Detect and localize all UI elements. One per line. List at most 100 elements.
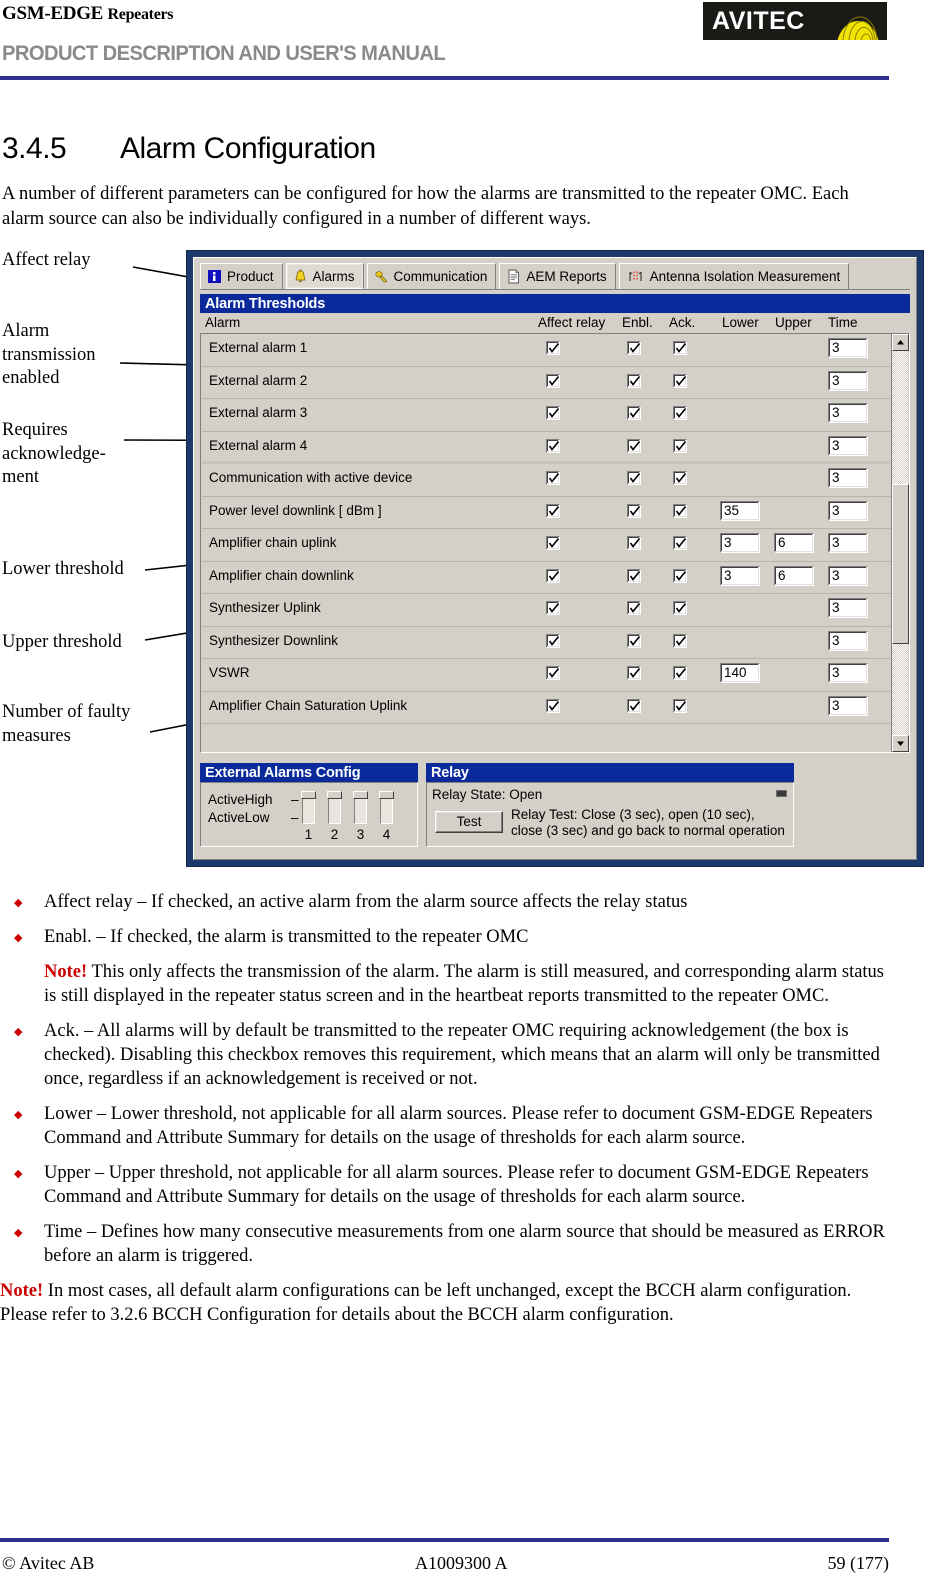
checkbox-enbl[interactable] bbox=[627, 536, 641, 550]
checkbox-ack[interactable] bbox=[673, 601, 687, 615]
checkbox-ack[interactable] bbox=[673, 503, 687, 518]
alarm-threshold-grid[interactable]: External alarm 1 3 External alarm 2 3 Extern… bbox=[200, 333, 910, 753]
checkbox-affect-relay[interactable] bbox=[546, 601, 560, 615]
checkbox-affect-relay[interactable] bbox=[546, 341, 560, 355]
checkbox-affect-relay[interactable] bbox=[546, 536, 560, 550]
check-mark-icon bbox=[548, 407, 560, 418]
scroll-thumb[interactable] bbox=[892, 484, 909, 644]
checkbox-enbl[interactable] bbox=[627, 438, 641, 453]
checkbox-affect-relay[interactable] bbox=[546, 633, 560, 648]
scroll-up-button[interactable] bbox=[892, 334, 909, 351]
checkbox-affect-relay[interactable] bbox=[546, 503, 560, 518]
checkbox-affect-relay[interactable] bbox=[546, 698, 560, 713]
chevron-down-icon bbox=[897, 741, 904, 746]
checkbox-affect-relay[interactable] bbox=[546, 406, 560, 420]
lower-threshold-input[interactable]: 140 bbox=[720, 663, 760, 683]
checkbox-enbl[interactable] bbox=[627, 666, 641, 680]
table-row[interactable]: External alarm 3 3 bbox=[202, 399, 891, 432]
alarm-name: Amplifier chain uplink bbox=[209, 535, 337, 550]
checkbox-enbl[interactable] bbox=[627, 633, 641, 648]
time-input[interactable]: 3 bbox=[828, 598, 868, 618]
time-input[interactable]: 3 bbox=[828, 695, 868, 716]
checkbox-enbl[interactable] bbox=[627, 471, 641, 485]
switch-handle[interactable] bbox=[379, 791, 394, 799]
section-number: 3.4.5 bbox=[2, 132, 67, 165]
checkbox-enbl[interactable] bbox=[627, 601, 641, 615]
table-row[interactable]: VSWR 140 3 bbox=[202, 659, 891, 692]
time-input[interactable]: 3 bbox=[828, 370, 868, 391]
checkbox-enbl[interactable] bbox=[627, 503, 641, 518]
scroll-down-button[interactable] bbox=[892, 735, 909, 752]
checkbox-ack[interactable] bbox=[673, 406, 687, 420]
time-input[interactable]: 3 bbox=[828, 500, 868, 521]
tab-antenna-isolation-measurement[interactable]: Antenna Isolation Measurement bbox=[618, 263, 850, 289]
table-row[interactable]: Synthesizer Uplink 3 bbox=[202, 594, 891, 627]
check-mark-icon bbox=[675, 635, 687, 646]
checkbox-ack[interactable] bbox=[673, 568, 687, 583]
check-mark-icon bbox=[548, 667, 560, 678]
checkbox-affect-relay[interactable] bbox=[546, 471, 560, 485]
time-input[interactable]: 3 bbox=[828, 468, 868, 488]
checkbox-ack[interactable] bbox=[673, 438, 687, 453]
time-input[interactable]: 3 bbox=[828, 435, 868, 456]
table-row[interactable]: Amplifier chain downlink 3 6 3 bbox=[202, 561, 891, 594]
external-alarm-switch-3[interactable] bbox=[353, 791, 368, 824]
alarm-thresholds-title: Alarm Thresholds bbox=[205, 295, 326, 312]
table-row[interactable]: External alarm 2 3 bbox=[202, 366, 891, 399]
switch-handle[interactable] bbox=[353, 791, 368, 799]
checkbox-affect-relay[interactable] bbox=[546, 666, 560, 680]
time-input[interactable]: 3 bbox=[828, 533, 868, 553]
tab-product[interactable]: Product bbox=[200, 263, 283, 289]
table-row[interactable]: Power level downlink [ dBm ] 35 3 bbox=[202, 496, 891, 529]
check-mark-icon bbox=[629, 602, 641, 613]
check-mark-icon bbox=[629, 505, 641, 516]
checkbox-ack[interactable] bbox=[673, 536, 687, 550]
external-alarm-switch-4[interactable] bbox=[379, 791, 394, 824]
time-input[interactable]: 3 bbox=[828, 338, 868, 358]
time-input[interactable]: 3 bbox=[828, 630, 868, 651]
relay-test-button[interactable]: Test bbox=[435, 811, 503, 833]
lower-threshold-input[interactable]: 3 bbox=[720, 565, 760, 586]
application-client-area: Product Alarms Communication AEM Reports… bbox=[193, 257, 917, 860]
upper-threshold-input[interactable]: 6 bbox=[774, 533, 814, 553]
checkbox-ack[interactable] bbox=[673, 373, 687, 388]
table-row[interactable]: External alarm 1 3 bbox=[202, 334, 891, 367]
checkbox-ack[interactable] bbox=[673, 471, 687, 485]
checkbox-affect-relay[interactable] bbox=[546, 568, 560, 583]
time-input[interactable]: 3 bbox=[828, 403, 868, 423]
tab-alarms[interactable]: Alarms bbox=[285, 263, 364, 289]
checkbox-ack[interactable] bbox=[673, 666, 687, 680]
external-alarm-switch-1[interactable] bbox=[301, 791, 316, 824]
table-row[interactable]: Communication with active device 3 bbox=[202, 464, 891, 497]
time-input[interactable]: 3 bbox=[828, 565, 868, 586]
table-row[interactable]: Synthesizer Downlink 3 bbox=[202, 626, 891, 659]
checkbox-ack[interactable] bbox=[673, 341, 687, 355]
switch-handle[interactable] bbox=[301, 791, 316, 799]
alarm-thresholds-band: Alarm Thresholds bbox=[200, 294, 910, 313]
tab-alarms-label: Alarms bbox=[312, 268, 355, 284]
tab-aem-reports[interactable]: AEM Reports bbox=[499, 263, 616, 289]
checkbox-enbl[interactable] bbox=[627, 568, 641, 583]
table-row[interactable]: External alarm 4 3 bbox=[202, 431, 891, 464]
checkbox-enbl[interactable] bbox=[627, 341, 641, 355]
check-mark-icon bbox=[548, 570, 560, 581]
checkbox-affect-relay[interactable] bbox=[546, 438, 560, 453]
external-alarm-switch-2[interactable] bbox=[327, 791, 342, 824]
upper-threshold-input[interactable]: 6 bbox=[774, 565, 814, 586]
table-row[interactable]: Amplifier Chain Saturation Uplink 3 bbox=[202, 691, 891, 724]
checkbox-enbl[interactable] bbox=[627, 373, 641, 388]
lower-threshold-input[interactable]: 3 bbox=[720, 533, 760, 553]
switch-handle[interactable] bbox=[327, 791, 342, 799]
table-row[interactable]: Amplifier chain uplink 3 6 3 bbox=[202, 529, 891, 562]
grid-vertical-scrollbar[interactable] bbox=[891, 334, 909, 752]
checkbox-ack[interactable] bbox=[673, 633, 687, 648]
checkbox-affect-relay[interactable] bbox=[546, 373, 560, 388]
time-input[interactable]: 3 bbox=[828, 663, 868, 683]
relay-panel-title: Relay bbox=[426, 763, 794, 782]
check-mark-icon bbox=[675, 342, 687, 353]
checkbox-enbl[interactable] bbox=[627, 698, 641, 713]
lower-threshold-input[interactable]: 35 bbox=[720, 500, 760, 521]
checkbox-enbl[interactable] bbox=[627, 406, 641, 420]
tab-communication[interactable]: Communication bbox=[366, 263, 497, 289]
checkbox-ack[interactable] bbox=[673, 698, 687, 713]
